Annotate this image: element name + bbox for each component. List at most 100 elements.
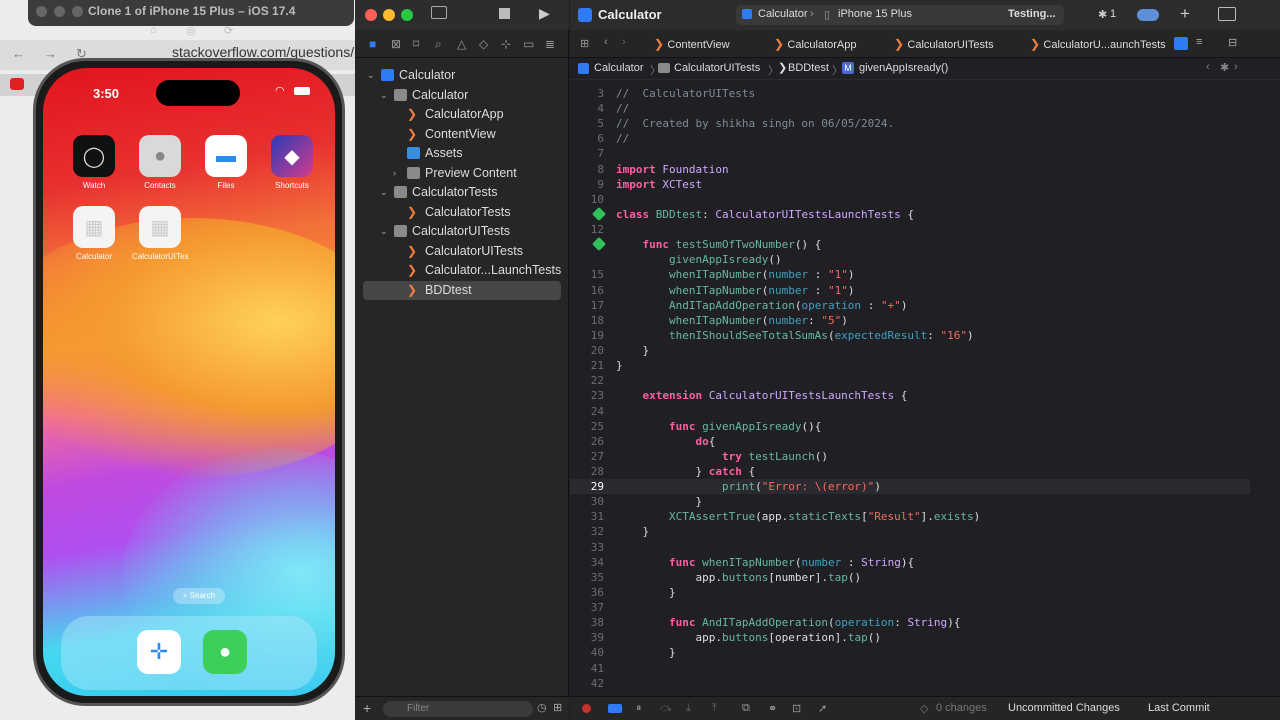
editor-options-icon[interactable] [1174,37,1188,50]
lines-icon[interactable]: ≡ [1196,36,1202,48]
zoom-dot-icon[interactable] [72,6,83,17]
code-line[interactable]: givenAppIsready() [570,252,1250,267]
code-line[interactable]: 22 [570,373,1250,388]
code-line[interactable]: 19 thenIShouldSeeTotalSumAs(expectedResu… [570,328,1250,343]
minimize-button[interactable] [383,9,395,21]
device-selector[interactable]: iPhone 15 Plus [838,8,912,20]
code-line[interactable]: 29 print("Error: \(error)") [570,479,1250,495]
code-line[interactable]: 28 } catch { [570,464,1250,479]
navigator-item[interactable]: ❯ ContentView [363,125,561,144]
code-line[interactable]: 42 [570,676,1250,691]
code-line[interactable]: class BDDtest: CalculatorUITestsLaunchTe… [570,206,1250,222]
test-passed-diamond-icon[interactable] [591,237,607,252]
code-line[interactable]: 32 } [570,524,1250,539]
navigator-item[interactable]: ❯ CalculatorApp [363,105,561,124]
minimize-dot-icon[interactable] [54,6,65,17]
close-dot-icon[interactable] [36,6,47,17]
inspector-toggle-icon[interactable] [1218,7,1236,21]
code-line[interactable]: 7 [570,146,1250,161]
code-line[interactable]: 34 func whenITapNumber(number : String){ [570,555,1250,570]
code-line[interactable]: 39 app.buttons[operation].tap() [570,630,1250,645]
debug-icon[interactable]: ⊹ [501,37,511,51]
warning-icon[interactable]: ✱ [1098,8,1107,21]
add-library-icon[interactable]: + [1180,4,1190,24]
code-line[interactable]: 23 extension CalculatorUITestsLaunchTest… [570,388,1250,403]
chevron-right-icon[interactable]: › [393,164,396,183]
split-editor-icon[interactable]: ⊟ [1228,36,1237,49]
navigator-item[interactable]: ❯ BDDtest [363,280,561,300]
code-line[interactable]: 9 import XCTest [570,177,1250,192]
chevron-down-icon[interactable]: ⌄ [380,86,388,105]
navigator-item[interactable]: ⌄ CalculatorTests [363,183,561,202]
bookmark-icon[interactable]: ⌑ [413,37,419,51]
find-icon[interactable]: ⌕ [435,37,442,52]
code-line[interactable]: 30 } [570,494,1250,509]
code-line[interactable]: 4 // [570,101,1250,116]
navigator-item[interactable]: Assets [363,144,561,163]
code-line[interactable]: 10 [570,192,1250,207]
rotate-icon[interactable]: ⟳ [224,24,233,37]
code-line[interactable]: 16 whenITapNumber(number : "1") [570,283,1250,298]
code-line[interactable]: 36 } [570,585,1250,600]
editor-tab[interactable]: ❯ ContentView [654,37,730,51]
step-out-icon[interactable]: ⤒ [712,702,717,715]
jump-symbol[interactable]: givenAppIsready() [859,62,948,74]
pause-icon[interactable]: ⏸ [636,702,642,715]
code-line[interactable]: 37 [570,600,1250,615]
safari-icon[interactable]: ✛ [137,630,181,674]
close-button[interactable] [365,9,377,21]
test-diamond-icon[interactable]: ◇ [479,37,488,51]
step-over-icon[interactable]: ⤼ [660,702,672,715]
add-icon[interactable]: + [363,700,371,716]
code-line[interactable]: 20 } [570,343,1250,358]
jump-group[interactable]: CalculatorUITests [674,62,760,74]
code-line[interactable]: 27 try testLaunch() [570,449,1250,464]
prev-issue-icon[interactable]: ‹ [1206,61,1210,73]
back-chevron-icon[interactable]: ‹ [604,36,608,48]
code-line[interactable]: 6 // [570,131,1250,146]
chevron-down-icon[interactable]: ⌄ [380,222,388,241]
code-line[interactable]: 24 [570,404,1250,419]
code-line[interactable]: 33 [570,540,1250,555]
source-editor[interactable]: 3 // CalculatorUITests 4 // 5 // Created by s… [570,84,1250,694]
editor-tab[interactable]: ❯ CalculatorUITests [894,37,994,51]
zoom-button[interactable] [401,9,413,21]
code-line[interactable]: 35 app.buttons[number].tap() [570,570,1250,585]
navigator-item[interactable]: ⌄ Calculator [363,66,561,85]
code-line[interactable]: func testSumOfTwoNumber() { [570,237,1250,252]
environment-icon[interactable]: ⊡ [792,702,801,715]
memory-graph-icon[interactable]: ⚭ [768,702,777,715]
code-line[interactable]: 3 // CalculatorUITests [570,86,1250,101]
chevron-down-icon[interactable]: ⌄ [367,66,375,85]
app-files[interactable]: ▬ Files [198,135,254,190]
editor-scrollbar[interactable] [1252,84,1262,694]
app-watch[interactable]: ◯ Watch [66,135,122,190]
stop-icon[interactable] [499,8,510,19]
filter-options-icon[interactable]: ⊞ [553,701,562,714]
navigator-item[interactable]: › Preview Content [363,164,561,183]
step-in-icon[interactable]: ⤓ [686,702,691,715]
code-line[interactable]: 12 [570,222,1250,237]
sidebar-toggle-icon[interactable] [431,6,447,19]
code-line[interactable]: 40 } [570,645,1250,660]
filter-input[interactable]: Filter [383,701,533,717]
screenshot-icon[interactable]: ◎ [186,24,196,37]
code-line[interactable]: 18 whenITapNumber(number: "5") [570,313,1250,328]
home-screen[interactable]: 3:50 ◠ ◯ Watch ● Contacts ▬ Files ◆ Shor… [43,68,335,696]
breakpoint-icon[interactable]: ▭ [523,37,534,51]
report-icon[interactable]: ≣ [545,37,555,51]
code-line[interactable]: 17 AndITapAddOperation(operation : "+") [570,298,1250,313]
view-hierarchy-icon[interactable]: ⧉ [742,702,750,715]
code-line[interactable]: 41 [570,661,1250,676]
editor-tab[interactable]: ❯ CalculatorU...aunchTests [1030,37,1166,51]
navigator-item[interactable]: ⌄ CalculatorUITests [363,222,561,241]
folder-icon[interactable]: ■ [369,37,376,51]
issue-warning-icon[interactable]: △ [457,37,466,51]
code-line[interactable]: 26 do{ [570,434,1250,449]
jump-file[interactable]: BDDtest [788,62,829,74]
uncommitted-changes[interactable]: Uncommitted Changes [1008,702,1120,714]
stop-debug-icon[interactable] [582,704,591,713]
jump-project[interactable]: Calculator [594,62,644,74]
editor-tab[interactable]: ❯ CalculatorApp [774,37,856,51]
code-line[interactable]: 5 // Created by shikha singh on 06/05/202… [570,116,1250,131]
